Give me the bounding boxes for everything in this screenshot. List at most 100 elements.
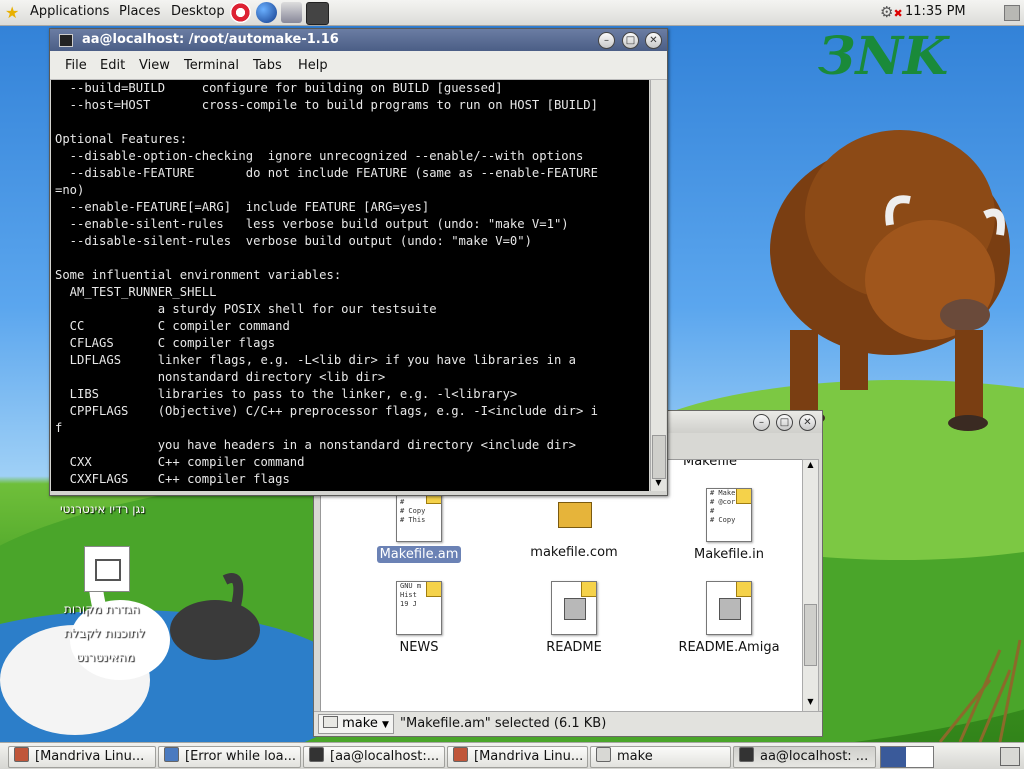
text-file-icon: # This## Copy# This [396,488,442,542]
clock[interactable]: 11:35 PM [905,4,966,19]
lock-icon [426,582,441,597]
bulldozer-icon [558,502,592,528]
taskbar-button-label: [Error while loa... [185,749,297,764]
workspace-switcher[interactable] [880,746,934,768]
file-item[interactable]: makefile.com [514,488,634,561]
fm-minimize-button[interactable]: – [753,414,770,431]
terminal-scroll-thumb[interactable] [652,435,666,479]
executable-icon [564,598,586,620]
terminal-line: =no) [55,183,85,197]
file-icon-view[interactable]: Makefile # This## Copy# This Makefile.am m… [320,459,804,712]
taskbar-button[interactable]: make [590,746,731,768]
terminal-close-button[interactable]: ✕ [645,32,662,49]
text-file-icon: # Make # @cor # # Copy [706,488,752,542]
file-name-label: NEWS [399,640,439,655]
terminal-titlebar[interactable]: aa@localhost: /root/automake-1.16 – □ ✕ [50,29,667,51]
executable-file-icon [706,581,752,635]
terminal-line: --enable-FEATURE[=ARG] include FEATURE [… [55,200,430,214]
terminal-output[interactable]: --build=BUILD configure for building on … [51,80,649,491]
terminal-line: CXXFLAGS C++ compiler flags [55,472,290,486]
terminal-line: --host=HOST cross-compile to build progr… [55,98,598,112]
desktop-menu[interactable]: Desktop [171,4,225,19]
file-preview-line: 19 J [400,600,417,608]
terminal-line: CC C compiler command [55,319,290,333]
fm-maximize-button[interactable]: □ [776,414,793,431]
desktop-icon-radio-label[interactable]: נגן רדיו אינטרנטי [60,502,145,516]
file-preview-line: # Copy [400,507,426,515]
terminal-title: aa@localhost: /root/automake-1.16 [82,32,339,47]
fm-scroll-thumb[interactable] [804,604,817,666]
fm-close-button[interactable]: ✕ [799,414,816,431]
dropdown-arrow-icon: ▼ [381,720,389,730]
taskbar-button[interactable]: [Mandriva Linu... [8,746,156,768]
taskbar-button-label: [aa@localhost:... [330,749,440,764]
browser-icon [453,747,468,762]
status-text: "Makefile.am" selected (6.1 KB) [400,716,607,731]
terminal-line: you have headers in a nonstandard direct… [55,438,576,452]
file-item[interactable]: README [514,581,634,656]
partial-file-label[interactable]: Makefile [683,460,737,469]
desktop-logo: ЗNK [818,26,949,87]
folder-icon [323,716,338,728]
network-disconnected-icon[interactable]: ⚙✖ [880,3,903,21]
taskbar-button[interactable]: [Error while loa... [158,746,301,768]
desktop-icon-sources-label-2[interactable]: לתוכנות לקבלת [64,626,145,640]
workspace-1[interactable] [881,747,906,767]
menu-file[interactable]: File [65,58,87,73]
terminal-line: f [55,421,63,435]
terminal-line: Optional Features: [55,132,188,146]
executable-file-icon [551,581,597,635]
terminal-scrollbar[interactable]: ▼ [650,80,666,491]
executable-icon [719,598,741,620]
terminal-line: Some influential environment variables: [55,268,342,282]
file-item[interactable]: # Make # @cor # # Copy Makefile.in [669,488,789,563]
fm-scroll-down-arrow[interactable]: ▼ [803,697,818,711]
file-item[interactable]: README.Amiga [669,581,789,656]
file-preview-line: # This [400,516,426,524]
terminal-icon[interactable] [306,2,329,25]
terminal-scroll-down-arrow[interactable]: ▼ [651,478,666,491]
terminal-minimize-button[interactable]: – [598,32,615,49]
text-file-icon: GNU m Hist 19 J [396,581,442,635]
menu-tabs[interactable]: Tabs [253,58,282,73]
bottom-panel: [Mandriva Linu... [Error while loa... [aa@… [0,742,1024,769]
menu-view[interactable]: View [139,58,170,73]
mandriva-star-icon[interactable]: ★ [5,3,19,22]
browser-icon [14,747,29,762]
fm-scroll-up-arrow[interactable]: ▲ [803,460,818,474]
web-browser-globe-icon[interactable] [256,2,277,23]
shutdown-icon[interactable] [1004,5,1020,21]
fm-scrollbar[interactable]: ▲ ▼ [802,459,819,712]
show-desktop-icon[interactable] [1000,747,1020,766]
terminal-maximize-button[interactable]: □ [622,32,639,49]
menu-help[interactable]: Help [298,58,328,73]
desktop-icon-sources-label-3[interactable]: מהאינטרנט [76,650,135,664]
file-name-label: Makefile.am [376,546,462,563]
menu-terminal[interactable]: Terminal [184,58,239,73]
menu-edit[interactable]: Edit [100,58,125,73]
path-button[interactable]: make ▼ [318,714,394,734]
desktop-icon-sources[interactable] [84,546,130,592]
desktop-icon-sources-label-1[interactable]: הגדרת מקורות [64,602,140,616]
file-name-label: README [546,640,602,655]
terminal-line: LIBS libraries to pass to the linker, e.… [55,387,518,401]
help-lifebuoy-icon[interactable] [230,2,251,23]
taskbar-button[interactable]: [Mandriva Linu... [447,746,588,768]
lock-icon [581,582,596,597]
terminal-line: CFLAGS C compiler flags [55,336,276,350]
window-menu-icon[interactable] [59,34,73,47]
taskbar-button-label: make [617,749,653,764]
file-item[interactable]: # This## Copy# This Makefile.am [359,488,479,563]
taskbar-button-label: [Mandriva Linu... [35,749,145,764]
file-preview-line: # [710,507,715,515]
taskbar-button[interactable]: [aa@localhost:... [303,746,445,768]
file-item[interactable]: GNU m Hist 19 J NEWS [359,581,479,656]
places-menu[interactable]: Places [119,4,160,19]
applications-menu[interactable]: Applications [30,4,109,19]
file-name-label: Makefile.in [693,547,765,562]
terminal-line: AM_TEST_RUNNER_SHELL [55,285,217,299]
email-icon[interactable] [281,2,302,23]
fm-statusbar: make ▼ "Makefile.am" selected (6.1 KB) [314,711,822,736]
taskbar-button[interactable]: aa@localhost: ... [733,746,876,768]
